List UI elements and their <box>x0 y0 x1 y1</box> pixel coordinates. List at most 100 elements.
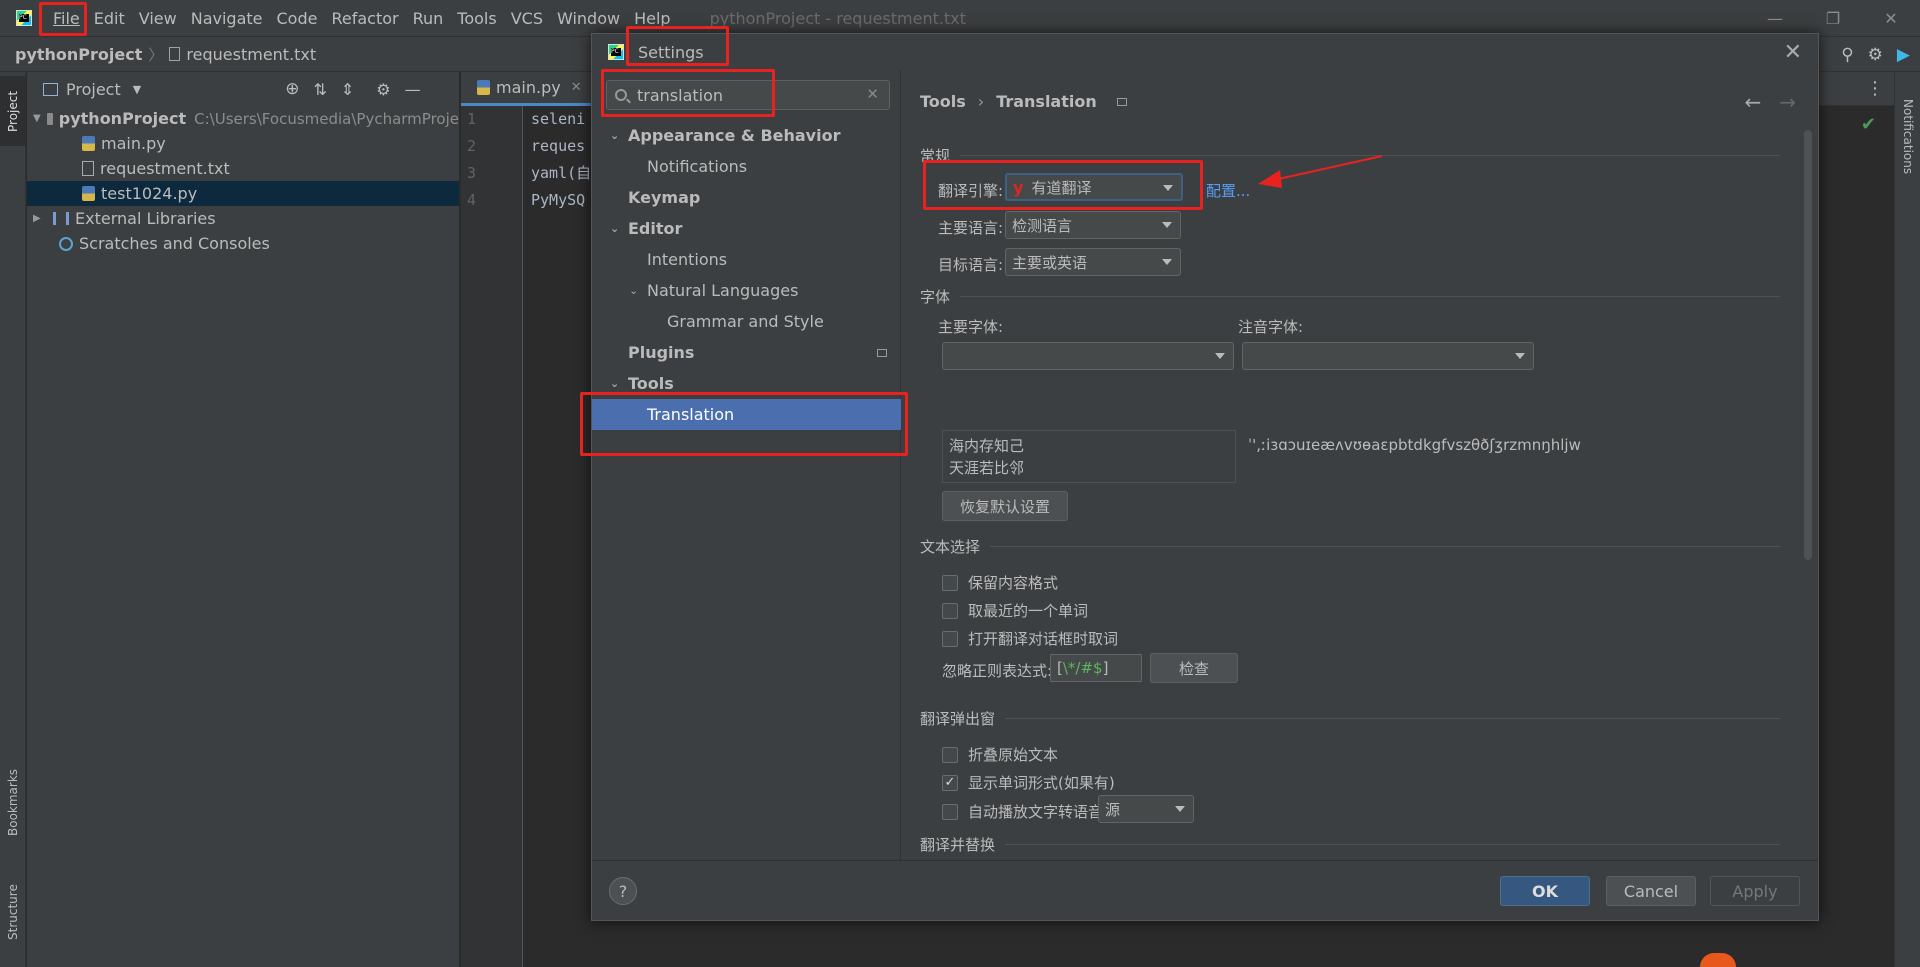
tree-item-tools[interactable]: ⌄ Tools <box>592 368 901 399</box>
tree-row-scratches[interactable]: Scratches and Consoles <box>27 231 459 256</box>
chevron-down-icon[interactable]: ▼ <box>133 83 141 96</box>
menu-help[interactable]: Help <box>627 9 677 28</box>
menu-run[interactable]: Run <box>406 9 451 28</box>
section-header: 常规 <box>920 147 951 165</box>
project-level-icon <box>1116 97 1127 106</box>
menu-edit[interactable]: Edit <box>87 9 132 28</box>
tree-item-grammar[interactable]: Grammar and Style <box>592 306 901 337</box>
font-preview-line: 天涯若比邻 <box>949 459 1025 477</box>
content-scrollbar[interactable] <box>1804 130 1812 560</box>
check-regex-label: 检查 <box>1178 659 1209 678</box>
chevron-down-icon <box>1215 353 1225 359</box>
gear-icon[interactable]: ⚙ <box>376 80 390 99</box>
hide-panel-icon[interactable]: — <box>405 80 421 99</box>
locate-icon[interactable]: ⊕ <box>285 79 299 99</box>
regex-value: \*/#$ <box>1062 659 1103 677</box>
chevron-down-icon <box>1175 806 1185 812</box>
editor-tab-main[interactable]: main.py ✕ <box>461 72 598 106</box>
tree-item-appearance[interactable]: ⌄ Appearance & Behavior <box>592 120 901 151</box>
tree-row-external-libraries[interactable]: ▶ External Libraries <box>27 206 459 231</box>
window-controls: — ❐ ✕ <box>1746 0 1920 36</box>
notifications-tool-tab[interactable]: Notifications <box>1895 82 1920 192</box>
engine-select[interactable]: y 有道翻译 <box>1005 173 1183 201</box>
expanded-arrow-icon: ⌄ <box>610 129 620 142</box>
tree-item-label: Tools <box>628 374 674 393</box>
more-options-icon[interactable]: ⋮ <box>1866 78 1884 99</box>
reset-fonts-button[interactable]: 恢复默认设置 <box>942 491 1068 521</box>
project-tool-tab[interactable]: Project <box>0 76 26 146</box>
menu-navigate[interactable]: Navigate <box>184 9 270 28</box>
jetbrains-toolbox-icon[interactable]: ▶ <box>1897 45 1910 65</box>
ignore-regex-input[interactable]: [ \*/#$ ] <box>1050 654 1142 682</box>
close-window-icon[interactable]: ✕ <box>1862 0 1920 36</box>
keep-format-checkbox[interactable]: 保留内容格式 <box>942 572 1058 593</box>
menu-tools[interactable]: Tools <box>450 9 503 28</box>
clear-search-icon[interactable]: ✕ <box>866 85 879 103</box>
collapse-all-icon[interactable]: ⇕ <box>341 80 354 99</box>
section-header: 翻译并替换 <box>920 836 996 854</box>
check-regex-button[interactable]: 检查 <box>1150 653 1238 683</box>
project-panel-title[interactable]: Project <box>66 80 121 99</box>
minimize-icon[interactable]: — <box>1746 0 1804 36</box>
section-header: 翻译弹出窗 <box>920 710 996 728</box>
back-arrow-icon[interactable]: ← <box>1744 90 1761 114</box>
tree-row-file-selected[interactable]: test1024.py <box>27 181 459 206</box>
collapsed-arrow-icon: ▶ <box>33 213 41 224</box>
show-word-forms-checkbox[interactable]: ✓ 显示单词形式(如果有) <box>942 772 1115 793</box>
target-language-select[interactable]: 主要或英语 <box>1005 248 1181 276</box>
nav-project[interactable]: pythonProject <box>15 45 142 64</box>
tree-item-notifications[interactable]: Notifications <box>592 151 901 182</box>
tree-row-project-root[interactable]: ▼ pythonProject C:\Users\Focusmedia\Pych… <box>27 106 459 131</box>
ok-button[interactable]: OK <box>1500 876 1590 906</box>
help-button[interactable]: ? <box>609 877 637 905</box>
nav-file[interactable]: requestment.txt <box>186 45 316 64</box>
phonetic-font-select[interactable] <box>1242 342 1534 370</box>
tree-item-label: Grammar and Style <box>667 312 824 331</box>
expand-all-icon[interactable]: ⇅ <box>313 80 326 99</box>
menu-view[interactable]: View <box>132 9 184 28</box>
bookmarks-tool-tab[interactable]: Bookmarks <box>0 762 26 842</box>
tree-item-keymap[interactable]: Keymap <box>592 182 901 213</box>
help-icon: ? <box>618 881 628 901</box>
line-number: 3 <box>467 164 477 182</box>
tree-row-file[interactable]: main.py <box>27 131 459 156</box>
restore-icon[interactable]: ❐ <box>1804 0 1862 36</box>
menu-vcs[interactable]: VCS <box>504 9 550 28</box>
menu-window[interactable]: Window <box>550 9 627 28</box>
tree-item-natural-languages[interactable]: ⌄ Natural Languages <box>592 275 901 306</box>
primary-language-select[interactable]: 检测语言 <box>1005 211 1181 239</box>
apply-button[interactable]: Apply <box>1710 876 1800 906</box>
breadcrumb-parent[interactable]: Tools <box>920 92 966 111</box>
tts-source-select[interactable]: 源 <box>1098 795 1194 823</box>
tree-item-intentions[interactable]: Intentions <box>592 244 901 275</box>
take-word-on-open-checkbox[interactable]: 打开翻译对话框时取词 <box>942 628 1118 649</box>
close-tab-icon[interactable]: ✕ <box>571 80 582 95</box>
menu-file[interactable]: File <box>46 9 87 28</box>
close-icon[interactable]: ✕ <box>1784 40 1802 65</box>
line-number: 4 <box>467 191 477 209</box>
pycharm-logo-icon <box>608 44 624 60</box>
tts-source-value: 源 <box>1105 800 1121 819</box>
menu-refactor[interactable]: Refactor <box>324 9 405 28</box>
menu-code[interactable]: Code <box>270 9 325 28</box>
search-everywhere-icon[interactable]: ⚲ <box>1841 45 1853 65</box>
tree-item-editor[interactable]: ⌄ Editor <box>592 213 901 244</box>
tree-item-plugins[interactable]: Plugins <box>592 337 901 368</box>
line-number: 2 <box>467 137 477 155</box>
take-nearest-word-checkbox[interactable]: 取最近的一个单词 <box>942 600 1088 621</box>
fold-original-checkbox[interactable]: 折叠原始文本 <box>942 744 1058 765</box>
settings-footer: ? OK Cancel Apply <box>592 860 1818 920</box>
chevron-down-icon <box>1163 185 1173 191</box>
menubar: File Edit View Navigate Code Refactor Ru… <box>0 0 1920 36</box>
cancel-button[interactable]: Cancel <box>1606 876 1696 906</box>
configure-link[interactable]: 配置... <box>1206 180 1250 201</box>
forward-arrow-icon[interactable]: → <box>1779 90 1796 114</box>
checkbox-box <box>942 574 958 591</box>
tree-item-translation[interactable]: Translation <box>592 399 901 430</box>
auto-tts-checkbox[interactable]: 自动播放文字转语音: <box>942 801 1108 822</box>
settings-gear-icon[interactable]: ⚙ <box>1868 45 1883 65</box>
settings-search-input[interactable]: translation ✕ <box>606 80 890 110</box>
primary-font-select[interactable] <box>942 342 1234 370</box>
tree-row-file[interactable]: requestment.txt <box>27 156 459 181</box>
structure-tool-tab[interactable]: Structure <box>0 872 26 952</box>
